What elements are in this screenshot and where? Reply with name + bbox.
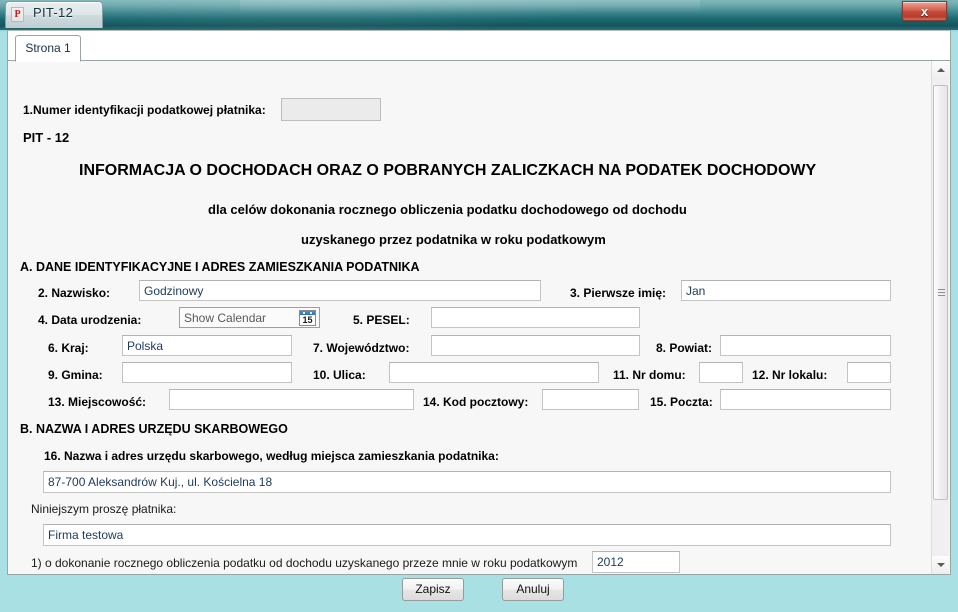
scroll-up-button[interactable] xyxy=(932,61,949,79)
label-ulica: 10. Ulica: xyxy=(313,368,366,382)
title-bar[interactable]: P PIT-12 x xyxy=(0,0,958,30)
input-nr-lokalu[interactable] xyxy=(847,362,891,383)
input-ulica[interactable] xyxy=(389,362,599,383)
label-nr-lokalu: 12. Nr lokalu: xyxy=(752,368,828,382)
titlebar-sheen xyxy=(240,0,700,14)
label-point-1: 1) o dokonanie rocznego obliczenia podat… xyxy=(31,556,578,570)
label-powiat: 8. Powiat: xyxy=(656,341,713,355)
application-icon: P xyxy=(11,7,24,22)
heading-subtitle-1: dla celów dokonania rocznego obliczenia … xyxy=(208,202,687,217)
label-kod-pocztowy: 14. Kod pocztowy: xyxy=(423,395,529,409)
datepicker-data-urodzenia[interactable]: Show Calendar 15 xyxy=(179,307,320,328)
input-kraj[interactable]: Polska xyxy=(122,335,292,356)
input-kod-pocztowy[interactable] xyxy=(542,389,639,410)
vertical-scrollbar[interactable] xyxy=(931,61,949,574)
input-rok-podatkowy[interactable]: 2012 xyxy=(592,551,680,573)
triangle-up-icon xyxy=(937,68,945,72)
tab-strona-1[interactable]: Strona 1 xyxy=(15,35,81,62)
label-prosze-platnika: Niniejszym proszę płatnika: xyxy=(31,502,177,516)
label-data-urodzenia: 4. Data urodzenia: xyxy=(38,313,142,327)
label-pierwsze-imie: 3. Pierwsze imię: xyxy=(570,286,667,300)
input-powiat[interactable] xyxy=(720,335,891,356)
input-miejscowosc[interactable] xyxy=(169,389,414,410)
client-area: Strona 1 1.Numer identyfikacji podatkowe… xyxy=(7,30,951,575)
app-icon-glyph: P xyxy=(14,9,21,20)
window-title: PIT-12 xyxy=(33,5,74,20)
input-nazwisko[interactable]: Godzinowy xyxy=(139,280,541,301)
datepicker-label: Show Calendar xyxy=(184,310,267,325)
close-icon: x xyxy=(920,4,929,19)
label-nazwisko: 2. Nazwisko: xyxy=(38,286,111,300)
input-gmina[interactable] xyxy=(122,362,292,383)
triangle-down-icon xyxy=(937,563,945,567)
input-poczta[interactable] xyxy=(720,389,891,410)
form-content: 1.Numer identyfikacji podatkowej płatnik… xyxy=(9,61,931,574)
label-miejscowosc: 13. Miejscowość: xyxy=(48,395,147,409)
label-nr-domu: 11. Nr domu: xyxy=(613,368,686,382)
calendar-icon-day: 15 xyxy=(302,315,313,325)
form-scroll-viewport: 1.Numer identyfikacji podatkowej płatnik… xyxy=(9,61,949,574)
heading-main: INFORMACJA O DOCHODACH ORAZ O POBRANYCH … xyxy=(79,162,817,179)
input-nip[interactable] xyxy=(281,98,381,121)
input-nr-domu[interactable] xyxy=(699,362,743,383)
calendar-icon[interactable]: 15 xyxy=(299,310,316,326)
dialog-footer: Zapisz Anuluj xyxy=(7,575,951,605)
section-header-a: A. DANE IDENTYFIKACYJNE I ADRES ZAMIESZK… xyxy=(20,260,420,274)
label-poczta: 15. Poczta: xyxy=(650,395,713,409)
label-urzad-skarbowy: 16. Nazwa i adres urzędu skarbowego, wed… xyxy=(44,449,499,463)
cancel-button[interactable]: Anuluj xyxy=(502,578,564,601)
heading-subtitle-2: uzyskanego przez podatnika w roku podatk… xyxy=(301,232,606,247)
input-wojewodztwo[interactable] xyxy=(431,335,640,356)
scroll-down-button[interactable] xyxy=(932,556,949,574)
form-code: PIT - 12 xyxy=(23,130,70,145)
input-pierwsze-imie[interactable]: Jan xyxy=(681,280,891,301)
scrollbar-thumb[interactable] xyxy=(933,85,948,500)
application-window: P PIT-12 x Strona 1 1.Numer identyfikacj… xyxy=(0,0,958,612)
section-header-b: B. NAZWA I ADRES URZĘDU SKARBOWEGO xyxy=(20,422,288,436)
input-firma[interactable]: Firma testowa xyxy=(43,524,891,546)
close-button[interactable]: x xyxy=(902,1,947,21)
input-pesel[interactable] xyxy=(431,307,640,328)
label-wojewodztwo: 7. Województwo: xyxy=(313,341,410,355)
label-gmina: 9. Gmina: xyxy=(48,368,103,382)
save-button[interactable]: Zapisz xyxy=(402,578,464,601)
label-nip: 1.Numer identyfikacji podatkowej płatnik… xyxy=(23,103,266,117)
label-kraj: 6. Kraj: xyxy=(48,341,89,355)
grip-lines-icon xyxy=(938,288,945,297)
tab-strip: Strona 1 xyxy=(8,31,950,62)
label-pesel: 5. PESEL: xyxy=(353,313,410,327)
input-urzad-skarbowy[interactable]: 87-700 Aleksandrów Kuj., ul. Kościelna 1… xyxy=(43,471,891,493)
